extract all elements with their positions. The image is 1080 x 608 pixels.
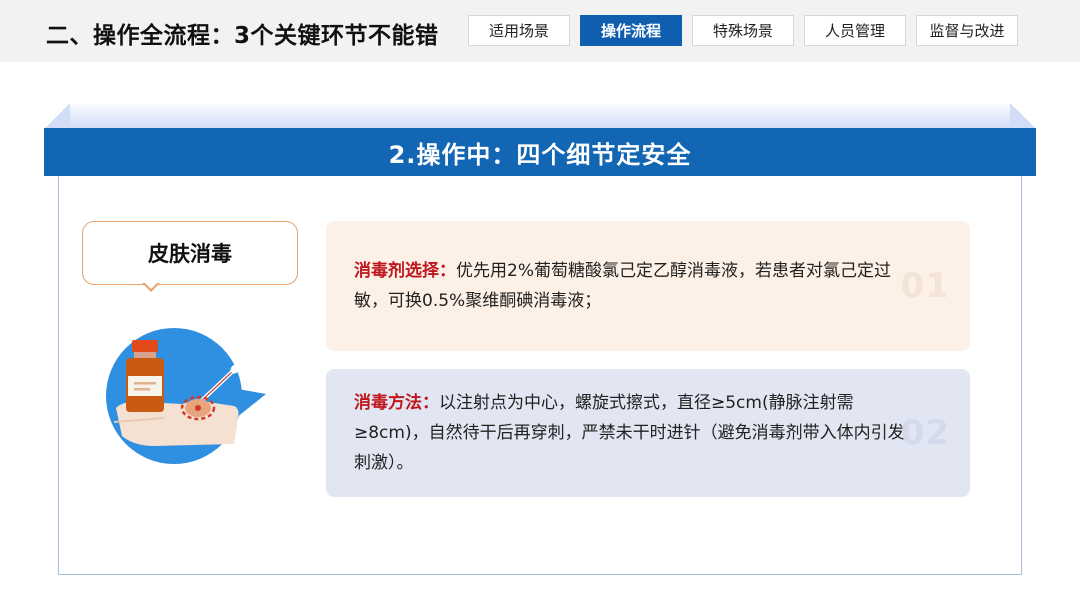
tab-applicable-scenarios[interactable]: 适用场景	[468, 15, 570, 46]
tab-personnel-management[interactable]: 人员管理	[804, 15, 906, 46]
tab-operation-process[interactable]: 操作流程	[580, 15, 682, 46]
tab-special-scenarios[interactable]: 特殊场景	[692, 15, 794, 46]
disinfect-skin-illustration-icon	[104, 326, 274, 466]
info-card-disinfectant-choice: 消毒剂选择：优先用2%葡萄糖酸氯己定乙醇消毒液，若患者对氯己定过敏，可换0.5%…	[326, 221, 970, 351]
card-label: 消毒方法：	[354, 393, 439, 413]
tab-supervision-improvement[interactable]: 监督与改进	[916, 15, 1018, 46]
page-title: 二、操作全流程：3个关键环节不能错	[46, 23, 439, 49]
card-label: 消毒剂选择：	[354, 261, 456, 281]
section-banner: 2.操作中：四个细节定安全	[44, 128, 1036, 176]
card-number: 01	[900, 266, 950, 306]
card-paragraph: 消毒剂选择：优先用2%葡萄糖酸氯己定乙醇消毒液，若患者对氯己定过敏，可换0.5%…	[354, 256, 910, 316]
banner-shade-left	[44, 104, 70, 128]
card-number: 02	[900, 413, 950, 453]
card-paragraph: 消毒方法：以注射点为中心，螺旋式擦式，直径≥5cm(静脉注射需≥8cm)，自然待…	[354, 388, 910, 478]
bubble-tail-inner	[144, 282, 158, 289]
section-banner-title: 2.操作中：四个细节定安全	[388, 140, 692, 169]
section-label: 皮肤消毒	[148, 242, 232, 266]
nav-tabs: 适用场景 操作流程 特殊场景 人员管理 监督与改进	[468, 15, 1018, 46]
header-bar: 二、操作全流程：3个关键环节不能错 适用场景 操作流程 特殊场景 人员管理 监督…	[0, 0, 1080, 62]
section-label-bubble: 皮肤消毒	[82, 221, 298, 285]
banner-shade-right	[1010, 104, 1036, 128]
banner-backdrop	[70, 104, 1010, 128]
info-card-disinfect-method: 消毒方法：以注射点为中心，螺旋式擦式，直径≥5cm(静脉注射需≥8cm)，自然待…	[326, 369, 970, 497]
